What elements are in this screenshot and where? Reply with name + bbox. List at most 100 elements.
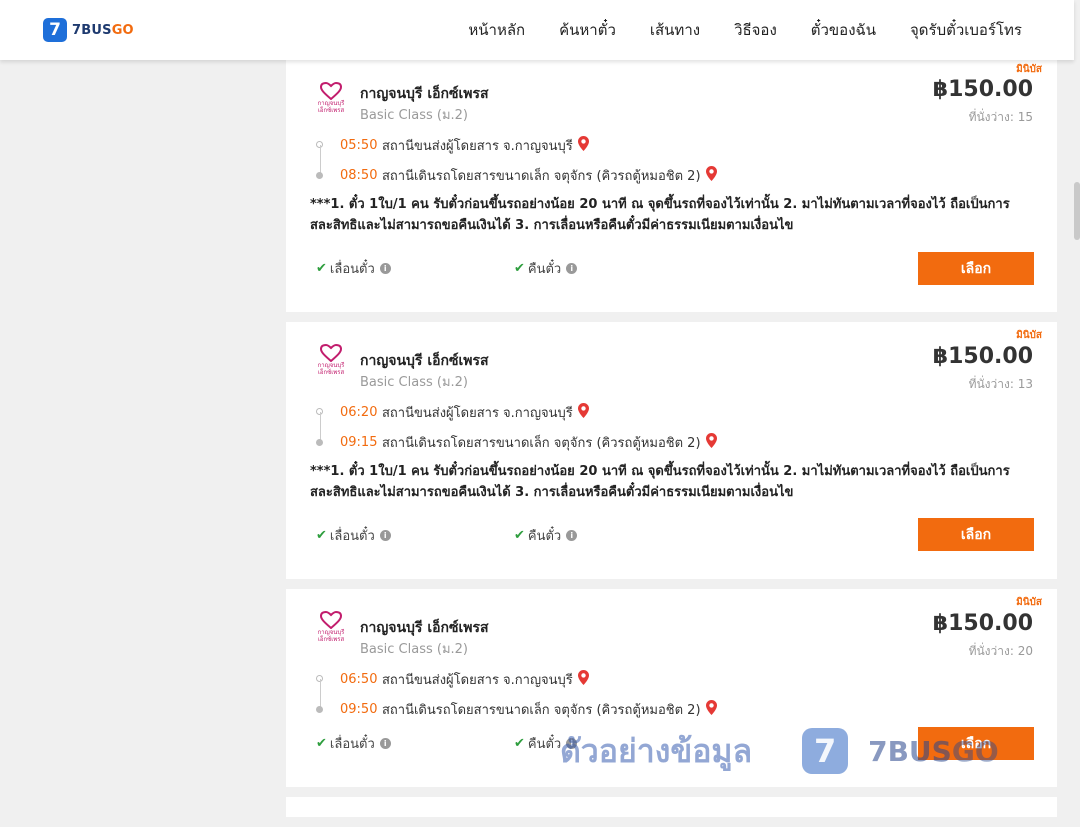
reschedule-label: เลื่อนตั๋ว [329, 529, 375, 544]
brand-name: 7BUSGO [72, 23, 134, 38]
brand-name-go: GO [111, 22, 134, 38]
location-pin-icon[interactable] [577, 403, 589, 422]
check-icon: ✔ [514, 528, 525, 543]
check-icon: ✔ [514, 736, 525, 751]
check-icon: ✔ [316, 528, 327, 543]
operator-logo-line-2: เอ็กซ์เพรส [317, 107, 345, 114]
check-icon: ✔ [316, 736, 327, 751]
bus-class: Basic Class (ม.2) [360, 108, 468, 123]
location-pin-icon[interactable] [705, 700, 717, 719]
nav-routes[interactable]: เส้นทาง [650, 18, 700, 42]
nav-phone-ticket[interactable]: จุดรับตั๋วเบอร์โทร [910, 18, 1022, 42]
info-icon[interactable]: i [379, 530, 391, 541]
trip-price: ฿150.00 [932, 77, 1033, 102]
arrive-stop: 09:15 สถานีเดินรถโดยสารขนาดเล็ก จตุจักร … [340, 432, 717, 453]
bus-class: Basic Class (ม.2) [360, 375, 468, 390]
operator-logo: กาญจนบุรี เอ็กซ์เพรส [313, 611, 349, 651]
arrive-time: 09:15 [340, 435, 378, 450]
check-icon: ✔ [316, 261, 327, 276]
trip-card: มินิบัส กาญจนบุรี เอ็กซ์เพรส กาญจนบุรี เ… [286, 322, 1057, 579]
refund-feature: ✔ คืนตั๋ว i [514, 733, 578, 754]
check-icon: ✔ [514, 261, 525, 276]
trip-notes: ***1. ตั๋ว 1ใบ/1 คน รับตั๋วก่อนขึ้นรถอย่… [310, 464, 1010, 500]
operator-name: กาญจนบุรี เอ็กซ์เพรส [360, 353, 489, 369]
heart-logo-icon [320, 611, 342, 629]
vehicle-type-badge: มินิบัส [1016, 64, 1042, 75]
trip-price: ฿150.00 [932, 344, 1033, 369]
operator-logo: กาญจนบุรี เอ็กซ์เพรส [313, 82, 349, 122]
trip-card-partial [286, 797, 1057, 817]
depart-time: 05:50 [340, 138, 378, 153]
operator-logo: กาญจนบุรี เอ็กซ์เพรส [313, 344, 349, 384]
route-line [320, 412, 321, 442]
bus-class: Basic Class (ม.2) [360, 642, 468, 657]
depart-station: สถานีขนส่งผู้โดยสาร จ.กาญจนบุรี [382, 406, 573, 421]
info-icon[interactable]: i [566, 263, 578, 274]
trip-card: มินิบัส กาญจนบุรี เอ็กซ์เพรส กาญจนบุรี เ… [286, 60, 1057, 312]
page-scrollbar[interactable] [1074, 0, 1080, 800]
arrive-stop: 08:50 สถานีเดินรถโดยสารขนาดเล็ก จตุจักร … [340, 165, 717, 186]
route-line [320, 145, 321, 175]
seats-available: ที่นั่งว่าง: 20 [968, 644, 1033, 658]
depart-station: สถานีขนส่งผู้โดยสาร จ.กาญจนบุรี [382, 139, 573, 154]
arrive-dot [316, 172, 323, 179]
heart-logo-icon [320, 344, 342, 362]
depart-stop: 06:50 สถานีขนส่งผู้โดยสาร จ.กาญจนบุรี [340, 669, 589, 690]
operator-logo-line-2: เอ็กซ์เพรส [317, 636, 345, 643]
trip-list: มินิบัส กาญจนบุรี เอ็กซ์เพรส กาญจนบุรี เ… [286, 60, 1057, 827]
select-trip-button[interactable]: เลือก [918, 252, 1034, 285]
nav-how-to-book[interactable]: วิธีจอง [734, 18, 777, 42]
seats-available: ที่นั่งว่าง: 13 [968, 377, 1033, 391]
depart-stop: 06:20 สถานีขนส่งผู้โดยสาร จ.กาญจนบุรี [340, 402, 589, 423]
operator-logo-line-1: กาญจนบุรี [317, 100, 345, 107]
reschedule-label: เลื่อนตั๋ว [329, 737, 375, 752]
location-pin-icon[interactable] [577, 136, 589, 155]
location-pin-icon[interactable] [577, 670, 589, 689]
refund-label: คืนตั๋ว [527, 262, 562, 277]
route-line [320, 679, 321, 709]
vehicle-type-badge: มินิบัส [1016, 330, 1042, 341]
brand-name-main: 7BUS [72, 22, 112, 38]
select-trip-button[interactable]: เลือก [918, 518, 1034, 551]
depart-time: 06:20 [340, 405, 378, 420]
arrive-station: สถานีเดินรถโดยสารขนาดเล็ก จตุจักร (คิวรถ… [382, 703, 701, 718]
route-timeline: 06:50 สถานีขนส่งผู้โดยสาร จ.กาญจนบุรี 09… [316, 669, 1036, 729]
info-icon[interactable]: i [566, 530, 578, 541]
refund-feature: ✔ คืนตั๋ว i [514, 258, 578, 279]
nav-home[interactable]: หน้าหลัก [468, 18, 525, 42]
arrive-time: 09:50 [340, 702, 378, 717]
location-pin-icon[interactable] [705, 433, 717, 452]
arrive-dot [316, 439, 323, 446]
depart-stop: 05:50 สถานีขนส่งผู้โดยสาร จ.กาญจนบุรี [340, 135, 589, 156]
operator-name: กาญจนบุรี เอ็กซ์เพรส [360, 86, 489, 102]
depart-time: 06:50 [340, 672, 378, 687]
arrive-station: สถานีเดินรถโดยสารขนาดเล็ก จตุจักร (คิวรถ… [382, 169, 701, 184]
seats-available: ที่นั่งว่าง: 15 [968, 110, 1033, 124]
vehicle-type-badge: มินิบัส [1016, 597, 1042, 608]
select-trip-button[interactable]: เลือก [918, 727, 1034, 760]
arrive-station: สถานีเดินรถโดยสารขนาดเล็ก จตุจักร (คิวรถ… [382, 436, 701, 451]
main-nav: หน้าหลัก ค้นหาตั๋ว เส้นทาง วิธีจอง ตั๋วข… [468, 0, 1022, 60]
refund-label: คืนตั๋ว [527, 529, 562, 544]
nav-my-tickets[interactable]: ตั๋วของฉัน [811, 18, 876, 42]
refund-feature: ✔ คืนตั๋ว i [514, 525, 578, 546]
operator-logo-line-1: กาญจนบุรี [317, 629, 345, 636]
arrive-stop: 09:50 สถานีเดินรถโดยสารขนาดเล็ก จตุจักร … [340, 699, 717, 720]
reschedule-feature: ✔ เลื่อนตั๋ว i [316, 258, 391, 279]
trip-price: ฿150.00 [932, 611, 1033, 636]
arrive-dot [316, 706, 323, 713]
info-icon[interactable]: i [379, 738, 391, 749]
info-icon[interactable]: i [566, 738, 578, 749]
brand-logo[interactable]: 7 7BUSGO [43, 18, 134, 42]
nav-search[interactable]: ค้นหาตั๋ว [559, 18, 616, 42]
trip-notes: ***1. ตั๋ว 1ใบ/1 คน รับตั๋วก่อนขึ้นรถอย่… [310, 197, 1010, 233]
location-pin-icon[interactable] [705, 166, 717, 185]
reschedule-feature: ✔ เลื่อนตั๋ว i [316, 525, 391, 546]
info-icon[interactable]: i [379, 263, 391, 274]
operator-logo-line-1: กาญจนบุรี [317, 362, 345, 369]
reschedule-feature: ✔ เลื่อนตั๋ว i [316, 733, 391, 754]
scrollbar-thumb[interactable] [1074, 182, 1080, 240]
brand-logo-icon: 7 [43, 18, 67, 42]
reschedule-label: เลื่อนตั๋ว [329, 262, 375, 277]
trip-card: มินิบัส กาญจนบุรี เอ็กซ์เพรส กาญจนบุรี เ… [286, 589, 1057, 787]
